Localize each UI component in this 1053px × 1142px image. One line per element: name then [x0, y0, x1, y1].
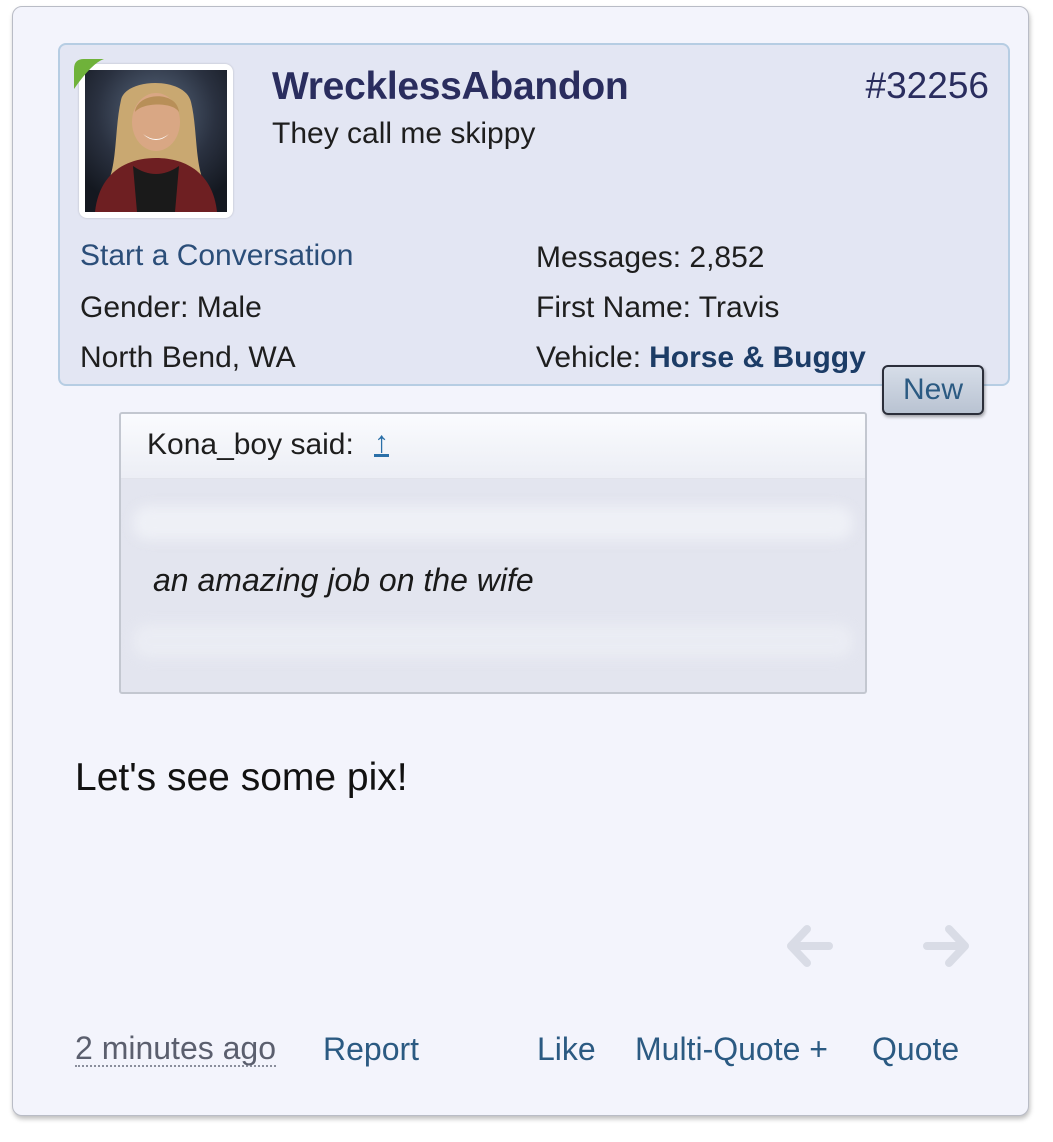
user-first-name: First Name: Travis — [536, 291, 780, 324]
user-info-panel: WrecklessAbandon They call me skippy #32… — [58, 43, 1010, 386]
quote-block: Kona_boy said: ↑ an amazing job on the w… — [119, 412, 867, 694]
report-link[interactable]: Report — [323, 1031, 419, 1068]
user-location: North Bend, WA — [80, 341, 296, 374]
like-link[interactable]: Like — [537, 1031, 596, 1068]
user-vehicle: Vehicle: Horse & Buggy — [536, 341, 866, 375]
quote-text: an amazing job on the wife — [153, 562, 534, 598]
arrow-right-icon[interactable] — [921, 921, 971, 971]
jump-to-quote-icon[interactable]: ↑ — [374, 426, 389, 460]
post-body-text: Let's see some pix! — [75, 756, 408, 799]
quote-author: Kona_boy said: — [147, 428, 354, 461]
quote-link[interactable]: Quote — [872, 1031, 959, 1068]
user-messages-count: Messages: 2,852 — [536, 241, 765, 274]
new-badge: New — [882, 365, 984, 415]
vehicle-value-link[interactable]: Horse & Buggy — [649, 341, 866, 374]
user-gender: Gender: Male — [80, 291, 262, 324]
vehicle-label: Vehicle: — [536, 341, 642, 374]
quote-header: Kona_boy said: ↑ — [121, 414, 865, 479]
redacted-text-blur — [133, 624, 853, 658]
start-conversation-link[interactable]: Start a Conversation — [80, 239, 353, 273]
post-card: WrecklessAbandon They call me skippy #32… — [12, 6, 1029, 1116]
multi-quote-link[interactable]: Multi-Quote + — [635, 1031, 828, 1068]
avatar[interactable] — [85, 70, 227, 212]
post-number[interactable]: #32256 — [866, 65, 989, 107]
user-title: They call me skippy — [272, 117, 536, 150]
post-timestamp[interactable]: 2 minutes ago — [75, 1031, 277, 1067]
username[interactable]: WrecklessAbandon — [272, 65, 629, 109]
avatar-image — [85, 70, 227, 212]
redacted-text-blur — [133, 506, 853, 540]
arrow-left-icon[interactable] — [785, 921, 835, 971]
